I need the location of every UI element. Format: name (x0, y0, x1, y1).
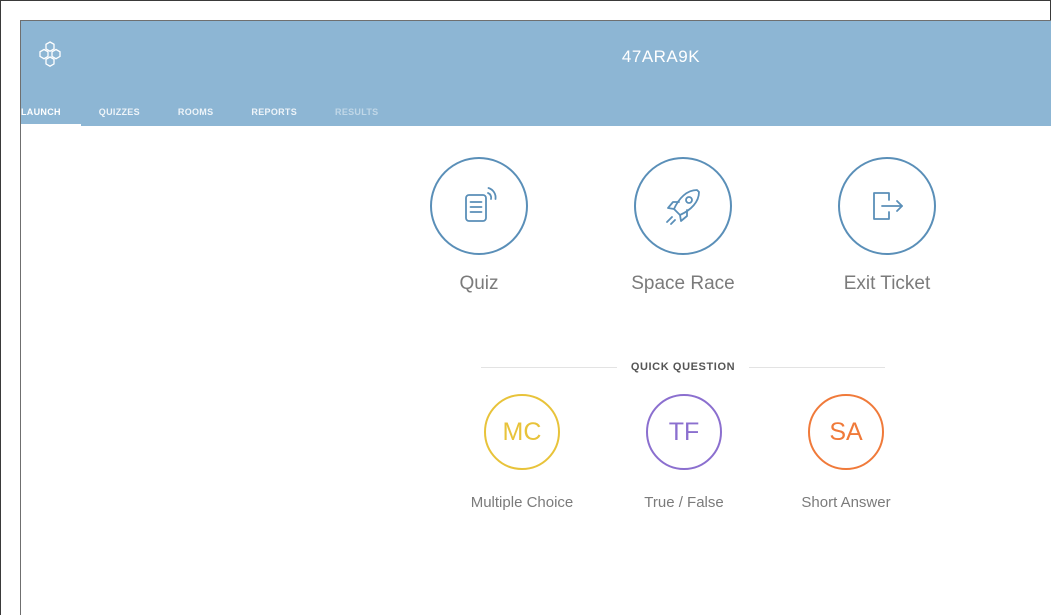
window-left-border (0, 0, 1, 615)
quiz-circle[interactable] (430, 157, 528, 255)
top-header: 47ARA9K LAUNCH QUIZZES ROOMS REPORTS RES… (21, 21, 1051, 126)
space-race-label: Space Race (631, 273, 735, 294)
main-nav: LAUNCH QUIZZES ROOMS REPORTS RESULTS (21, 105, 416, 126)
quiz-label: Quiz (459, 273, 499, 294)
quiz-document-icon (465, 187, 497, 222)
nav-tab-reports[interactable]: REPORTS (251, 105, 297, 124)
exit-ticket-button[interactable]: Exit Ticket (822, 157, 952, 295)
app-frame: 47ARA9K LAUNCH QUIZZES ROOMS REPORTS RES… (20, 20, 1051, 615)
nav-tab-quizzes[interactable]: QUIZZES (99, 105, 140, 124)
quick-question-divider: QUICK QUESTION (481, 361, 885, 375)
space-race-circle[interactable] (634, 157, 732, 255)
space-race-button[interactable]: Space Race (618, 157, 748, 295)
short-answer-button[interactable]: SA Short Answer (781, 394, 911, 511)
true-false-label: True / False (644, 494, 724, 511)
short-answer-label: Short Answer (801, 494, 891, 511)
hexagon-cluster-icon[interactable] (35, 39, 65, 69)
true-false-circle[interactable]: TF (646, 394, 722, 470)
exit-door-icon (873, 192, 903, 220)
exit-ticket-circle[interactable] (838, 157, 936, 255)
multiple-choice-button[interactable]: MC Multiple Choice (457, 394, 587, 511)
multiple-choice-circle[interactable]: MC (484, 394, 560, 470)
nav-tab-launch[interactable]: LAUNCH (21, 105, 81, 126)
nav-tab-rooms[interactable]: ROOMS (178, 105, 214, 124)
true-false-button[interactable]: TF True / False (619, 394, 749, 511)
exit-ticket-label: Exit Ticket (843, 273, 931, 294)
window-top-border (0, 0, 1051, 1)
multiple-choice-label: Multiple Choice (470, 494, 574, 511)
room-code: 47ARA9K (621, 47, 701, 66)
nav-tab-results: RESULTS (335, 107, 379, 117)
quiz-button[interactable]: Quiz (414, 157, 544, 295)
rocket-icon (666, 189, 700, 225)
short-answer-circle[interactable]: SA (808, 394, 884, 470)
quick-question-heading: QUICK QUESTION (630, 361, 736, 373)
